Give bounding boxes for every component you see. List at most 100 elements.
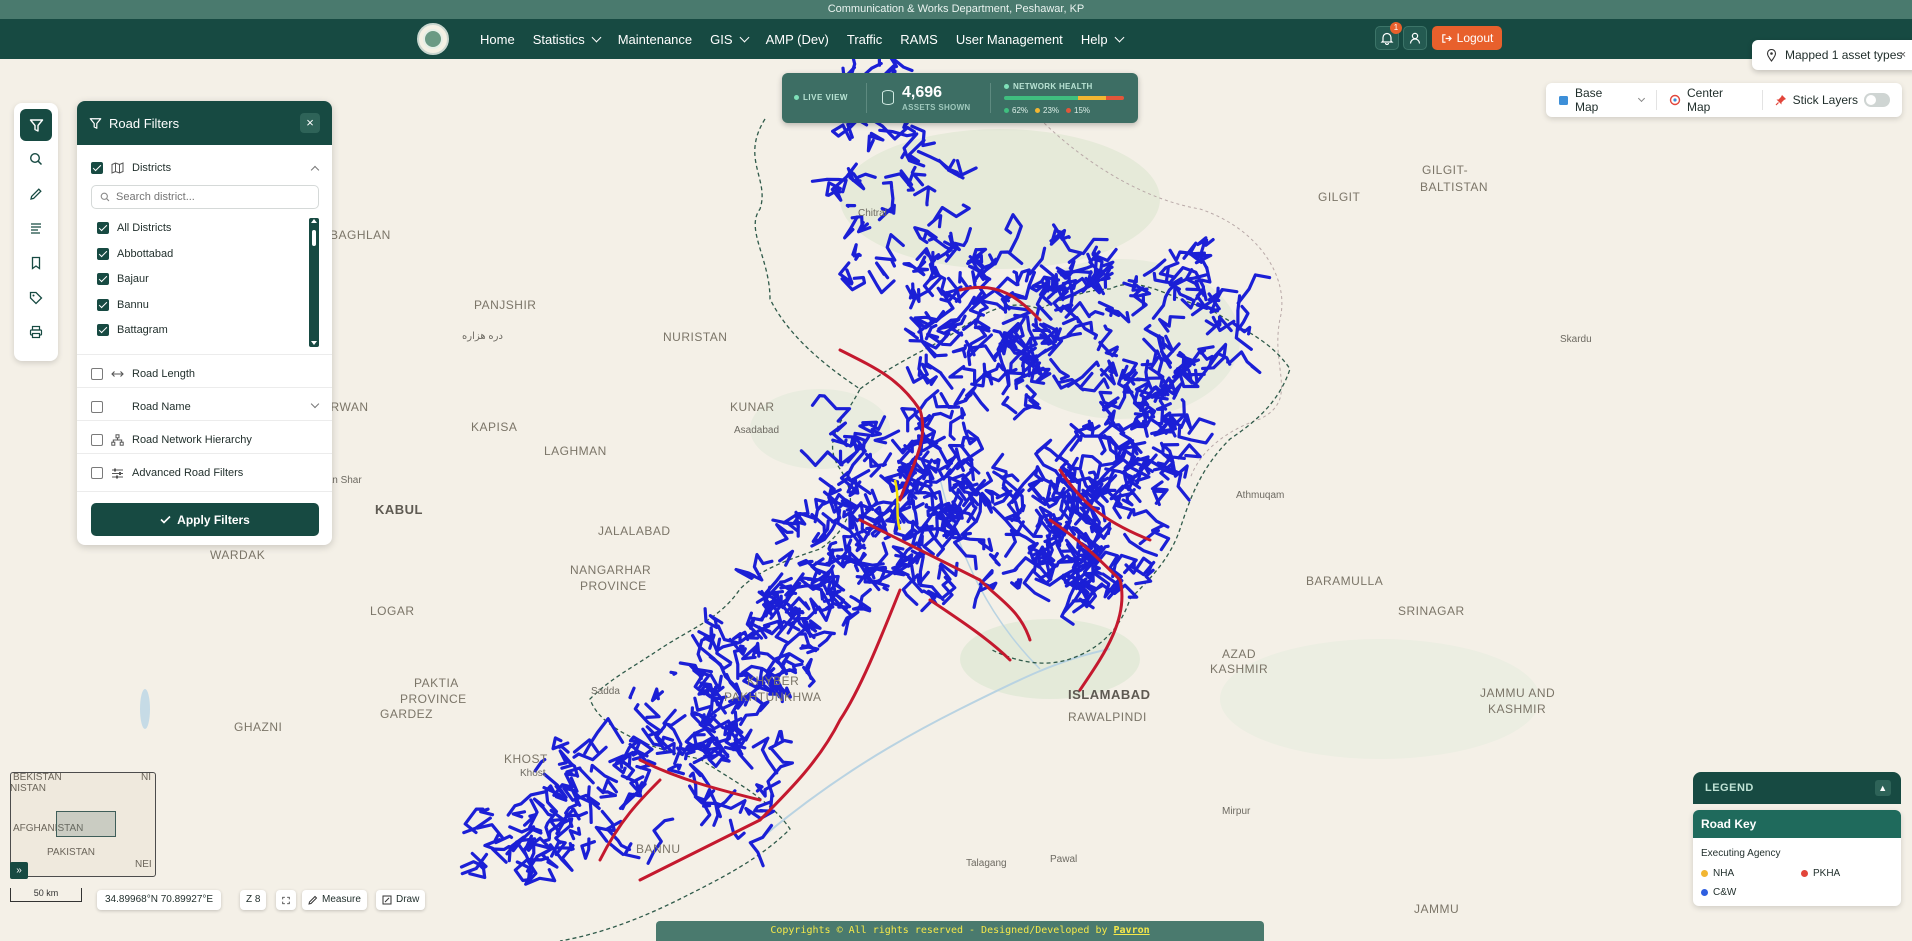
nav-item-gis[interactable]: GIS: [701, 32, 756, 47]
road-segment-cw[interactable]: [511, 810, 527, 819]
filter-tool-button[interactable]: [20, 109, 52, 141]
road-segment-cw[interactable]: [932, 458, 941, 469]
nav-item-amp-dev[interactable]: AMP (Dev): [757, 32, 838, 47]
draw-button[interactable]: Draw: [376, 890, 426, 910]
road-segment-cw[interactable]: [662, 708, 687, 727]
search-tool-button[interactable]: [20, 143, 52, 175]
road-network-hierarchy-checkbox[interactable]: [91, 434, 103, 446]
nav-item-user-management[interactable]: User Management: [947, 32, 1072, 47]
road-segment-cw[interactable]: [751, 736, 779, 775]
road-segment-cw[interactable]: [948, 365, 966, 379]
road-segment-cw[interactable]: [971, 270, 977, 288]
chevron-up-icon[interactable]: [310, 165, 320, 175]
stick-layers-toggle[interactable]: [1864, 93, 1890, 107]
district-checkbox[interactable]: [97, 222, 109, 234]
road-segment-cw[interactable]: [774, 523, 794, 545]
road-segment-cw[interactable]: [1011, 468, 1039, 520]
road-segment-cw[interactable]: [849, 588, 872, 611]
nav-item-help[interactable]: Help: [1072, 32, 1132, 47]
districts-section-header[interactable]: Districts: [91, 162, 171, 174]
road-name-filter[interactable]: Road Name: [91, 401, 191, 413]
notifications-button[interactable]: 1: [1375, 22, 1402, 50]
road-segment-cw[interactable]: [901, 570, 930, 606]
district-item[interactable]: Bajaur: [97, 273, 149, 285]
district-item[interactable]: Abbottabad: [97, 247, 173, 260]
road-segment-cw[interactable]: [693, 696, 713, 712]
toast-close-button[interactable]: ×: [1900, 49, 1906, 61]
road-segment-cw[interactable]: [840, 275, 867, 292]
road-segment-cw[interactable]: [568, 826, 582, 841]
road-segment-cw[interactable]: [841, 610, 860, 636]
road-segment-cw[interactable]: [768, 738, 793, 750]
road-segment-cw[interactable]: [779, 576, 793, 584]
road-segment-cw[interactable]: [476, 823, 504, 842]
road-segment-cw[interactable]: [1166, 455, 1186, 462]
close-panel-button[interactable]: ×: [300, 113, 320, 133]
districts-checkbox[interactable]: [91, 162, 103, 174]
road-network-hierarchy-filter[interactable]: Road Network Hierarchy: [91, 434, 252, 446]
district-list-scrollbar[interactable]: [309, 218, 319, 347]
scroll-up-icon[interactable]: [311, 219, 317, 223]
road-segment-cw[interactable]: [1132, 508, 1170, 529]
road-segment-cw[interactable]: [977, 537, 994, 552]
road-segment-cw[interactable]: [845, 203, 857, 208]
road-segment-cw[interactable]: [859, 561, 885, 567]
overview-minimap[interactable]: BEKISTAN NISTAN AFGHANISTAN PAKISTAN NI …: [10, 772, 156, 877]
road-segment-cw[interactable]: [813, 497, 827, 524]
road-segment-cw[interactable]: [932, 392, 961, 409]
advanced-road-filters[interactable]: Advanced Road Filters: [91, 467, 243, 479]
print-tool-button[interactable]: [20, 316, 52, 348]
road-segment-cw[interactable]: [633, 703, 663, 737]
road-segment-cw[interactable]: [925, 187, 930, 207]
district-checkbox[interactable]: [97, 298, 109, 311]
stick-layers-control[interactable]: Stick Layers: [1763, 90, 1902, 110]
nav-item-traffic[interactable]: Traffic: [838, 32, 891, 47]
nav-item-home[interactable]: Home: [471, 32, 524, 47]
district-item[interactable]: Bannu: [97, 298, 149, 311]
road-length-filter[interactable]: Road Length: [91, 368, 195, 380]
district-item[interactable]: All Districts: [97, 222, 171, 234]
road-segment-cw[interactable]: [1001, 395, 1018, 415]
fullscreen-button[interactable]: [276, 890, 296, 910]
measure-button[interactable]: Measure: [302, 890, 367, 910]
road-segment-cw[interactable]: [851, 243, 862, 261]
road-segment-cw[interactable]: [866, 131, 885, 153]
road-segment-cw[interactable]: [483, 838, 502, 850]
road-segment-cw[interactable]: [635, 764, 652, 786]
road-segment-cw[interactable]: [991, 452, 1008, 474]
center-map-button[interactable]: Center Map: [1657, 86, 1763, 114]
road-segment-cw[interactable]: [891, 545, 908, 559]
list-tool-button[interactable]: [20, 212, 52, 244]
district-search-input[interactable]: [116, 191, 306, 203]
base-map-button[interactable]: Base Map: [1546, 86, 1657, 114]
road-segment-cw[interactable]: [875, 261, 890, 280]
department-logo[interactable]: [417, 23, 449, 55]
road-segment-cw[interactable]: [688, 771, 698, 798]
road-segment-cw[interactable]: [1082, 421, 1101, 436]
road-segment-cw[interactable]: [715, 637, 733, 665]
road-segment-cw[interactable]: [599, 790, 617, 799]
developer-link[interactable]: Pavron: [1114, 925, 1150, 936]
advanced-road-filters-checkbox[interactable]: [91, 467, 103, 479]
road-segment-cw[interactable]: [1010, 578, 1023, 590]
road-name-checkbox[interactable]: [91, 401, 103, 413]
road-segment-cw[interactable]: [734, 567, 756, 580]
district-item[interactable]: Battagram: [97, 324, 168, 336]
road-segment-cw[interactable]: [882, 584, 889, 592]
road-segment-cw[interactable]: [745, 553, 774, 582]
nav-item-rams[interactable]: RAMS: [891, 32, 947, 47]
road-segment-cw[interactable]: [1060, 583, 1078, 626]
road-segment-cw[interactable]: [1152, 529, 1171, 552]
profile-button[interactable]: [1403, 26, 1427, 50]
road-segment-cw[interactable]: [580, 837, 596, 860]
road-segment-cw[interactable]: [1177, 423, 1214, 445]
district-checkbox[interactable]: [97, 324, 109, 336]
road-segment-cw[interactable]: [1034, 508, 1043, 527]
minimap-toggle-button[interactable]: »: [10, 862, 28, 879]
minimap-viewport[interactable]: [56, 811, 116, 837]
road-segment-cw[interactable]: [644, 702, 661, 719]
edit-tool-button[interactable]: [20, 178, 52, 210]
road-segment-cw[interactable]: [1177, 443, 1202, 460]
district-checkbox[interactable]: [97, 273, 109, 285]
road-segment-cw[interactable]: [778, 549, 795, 567]
